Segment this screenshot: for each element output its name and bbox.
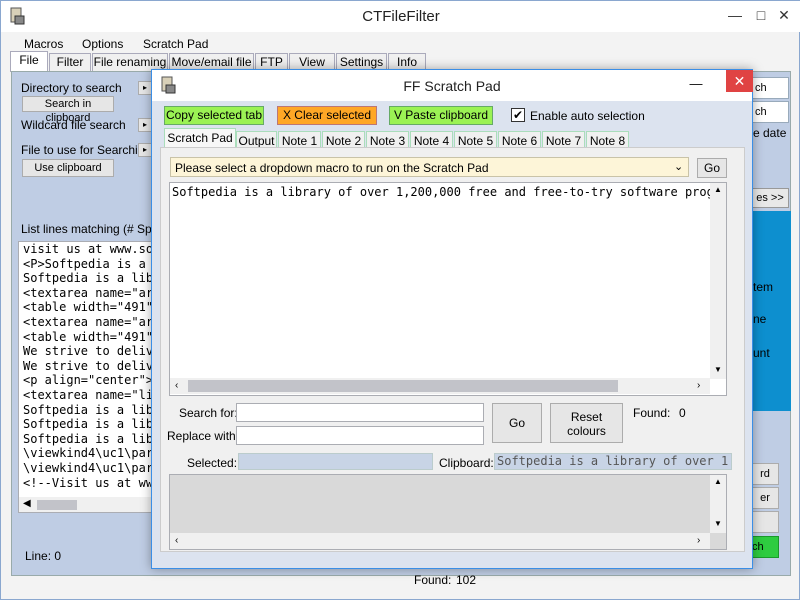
macro-dropdown-placeholder: Please select a dropdown macro to run on… (175, 161, 489, 175)
right-fragment-5: tem (753, 280, 774, 294)
right-fragment-3: e date (753, 126, 787, 140)
menu-scratch-pad[interactable]: Scratch Pad (143, 37, 208, 51)
paste-clipboard-button[interactable]: V Paste clipboard (389, 106, 493, 125)
found-status-count: 102 (456, 573, 477, 587)
tab-filter[interactable]: Filter (49, 53, 91, 72)
minimize-icon[interactable]: — (724, 5, 746, 25)
scroll-right-icon[interactable]: › (697, 380, 700, 391)
right-fragment-1[interactable]: ch (751, 77, 789, 99)
found-status-label: Found: (414, 573, 452, 587)
scroll-right-icon[interactable]: › (697, 535, 700, 546)
output-text-area[interactable]: ▲ ▼ ‹ › (169, 474, 727, 550)
right-fragment-9[interactable]: er (751, 487, 779, 509)
scroll-thumb[interactable] (37, 500, 77, 510)
matching-lines-list[interactable]: visit us at www.sof <P>Softpedia is a l So… (18, 241, 153, 513)
menu-options[interactable]: Options (82, 37, 123, 51)
search-for-input[interactable] (236, 403, 484, 422)
scratch-title: FF Scratch Pad (403, 78, 501, 94)
right-fragment-7: unt (753, 346, 770, 360)
list-item[interactable]: <P>Softpedia is a l (19, 257, 152, 272)
menu-macros[interactable]: Macros (24, 37, 63, 51)
use-clipboard-button[interactable]: Use clipboard (22, 159, 114, 177)
title-bar: CTFileFilter — □ ✕ (1, 1, 800, 32)
list-item[interactable]: We strive to delive (19, 359, 152, 374)
found-label: Found: (633, 406, 671, 420)
list-label: List lines matching (# Split) (21, 222, 165, 236)
clipboard-label: Clipboard: (439, 456, 494, 470)
scratch-close-icon[interactable]: ✕ (726, 70, 753, 92)
horizontal-scroll-thumb[interactable] (188, 380, 618, 392)
scroll-left-icon[interactable]: ‹ (175, 380, 178, 391)
list-item[interactable]: Softpedia is a libr (19, 271, 152, 286)
clear-selected-button[interactable]: X Clear selected (277, 106, 377, 125)
list-item[interactable]: <p align="center"> (19, 373, 152, 388)
scroll-down-icon[interactable]: ▼ (714, 519, 722, 528)
list-item[interactable]: <textarea name="lin (19, 388, 152, 403)
right-fragment-8[interactable]: rd (751, 463, 779, 485)
output-horizontal-scrollbar[interactable]: ‹ › (170, 533, 710, 549)
wildcard-label: Wildcard file search (21, 118, 126, 132)
chevron-down-icon: ⌄ (674, 161, 684, 173)
list-item[interactable]: <table width="491" (19, 330, 152, 345)
auto-selection-label: Enable auto selection (530, 109, 645, 123)
scratch-pad-window: FF Scratch Pad — ✕ Copy selected tab X C… (151, 69, 753, 569)
scratch-title-bar: FF Scratch Pad — ✕ (152, 70, 753, 101)
scratch-text-area[interactable]: Softpedia is a library of over 1,200,000… (169, 182, 727, 396)
file-search-label: File to use for Searching (21, 143, 152, 157)
search-clipboard-button[interactable]: Search in clipboard (22, 96, 114, 124)
scratch-minimize-icon[interactable]: — (686, 76, 706, 91)
scroll-up-icon[interactable]: ▲ (714, 477, 722, 486)
search-go-button[interactable]: Go (492, 403, 542, 443)
list-item[interactable]: <textarea name="art (19, 315, 152, 330)
window-title: CTFileFilter (362, 8, 440, 25)
right-fragment-blank[interactable] (751, 511, 779, 533)
directory-label: Directory to search (21, 81, 122, 95)
scroll-up-icon[interactable]: ▲ (714, 185, 722, 194)
list-item[interactable]: <table width="491" (19, 300, 152, 315)
search-for-label: Search for: (179, 406, 238, 420)
horizontal-scrollbar[interactable]: ‹ › (170, 378, 710, 394)
macro-dropdown[interactable]: Please select a dropdown macro to run on… (170, 157, 689, 177)
scratch-text-content: Softpedia is a library of over 1,200,000… (172, 185, 712, 199)
selected-field[interactable] (238, 453, 433, 470)
line-status: Line: 0 (25, 549, 62, 563)
right-fragment-10[interactable]: ch (751, 536, 779, 558)
copy-selected-tab-button[interactable]: Copy selected tab (164, 106, 264, 125)
found-value: 0 (679, 406, 686, 420)
right-blue-area (751, 211, 791, 411)
output-vertical-scrollbar[interactable]: ▲ ▼ (710, 475, 726, 533)
selected-label: Selected: (187, 456, 238, 470)
list-item[interactable]: Softpedia is a libr (19, 403, 152, 418)
list-item[interactable]: Softpedia is a libr (19, 432, 152, 447)
list-item[interactable]: \viewkind4\uc1\pard (19, 446, 152, 461)
reset-colours-button[interactable]: Reset colours (550, 403, 623, 443)
scroll-left-icon[interactable]: ◀ (23, 498, 31, 509)
list-item[interactable]: We strive to delive (19, 344, 152, 359)
right-fragment-4[interactable]: es >> (751, 188, 789, 208)
right-fragment-6: ne (753, 312, 767, 326)
dropdown-toggle-icon[interactable]: ▸ (138, 143, 152, 157)
macro-go-button[interactable]: Go (697, 158, 727, 178)
list-item[interactable]: <!--Visit us at www (19, 476, 152, 491)
list-item[interactable]: Softpedia is a libr (19, 417, 152, 432)
scratch-tab-page: Please select a dropdown macro to run on… (160, 147, 745, 552)
maximize-icon[interactable]: □ (750, 5, 772, 25)
dropdown-toggle-icon[interactable]: ▸ (138, 81, 152, 95)
close-icon[interactable]: ✕ (773, 5, 795, 25)
replace-with-label: Replace with: (167, 429, 240, 443)
dropdown-toggle-icon[interactable]: ▸ (138, 118, 152, 132)
list-item[interactable]: <textarea name="art (19, 286, 152, 301)
clipboard-field[interactable]: Softpedia is a library of over 1.2 (494, 453, 732, 470)
vertical-scrollbar[interactable]: ▲ ▼ (710, 183, 726, 379)
list-item[interactable]: \viewkind4\uc1\pard (19, 461, 152, 476)
tab-file[interactable]: File (10, 51, 48, 72)
list-item[interactable]: visit us at www.sof (19, 242, 152, 257)
auto-selection-checkbox[interactable]: ✔ (511, 108, 525, 122)
list-horizontal-scrollbar[interactable]: ◀ (19, 497, 152, 512)
right-fragment-2[interactable]: ch (751, 101, 789, 123)
scroll-left-icon[interactable]: ‹ (175, 535, 178, 546)
scroll-down-icon[interactable]: ▼ (714, 365, 722, 374)
replace-with-input[interactable] (236, 426, 484, 445)
